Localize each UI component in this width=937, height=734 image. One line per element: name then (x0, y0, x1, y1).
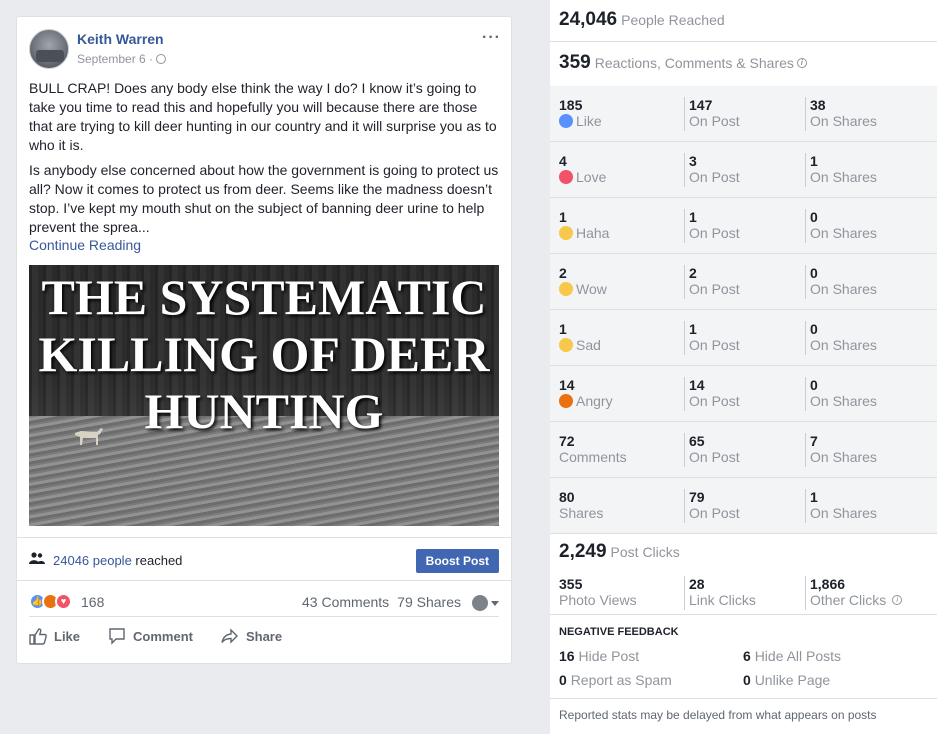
post-text: BULL CRAP! Does any body else think the … (29, 79, 503, 261)
row-total: 80 Shares (559, 489, 604, 521)
row-total: 2 Wow (559, 265, 607, 297)
share-arrow-icon (221, 628, 238, 644)
reactions-count[interactable]: 168 (81, 594, 104, 610)
row-on-post: 14 On Post (684, 377, 740, 411)
row-total: 1 Sad (559, 321, 601, 353)
divider (550, 614, 937, 615)
row-on-shares: 0 On Shares (805, 265, 877, 299)
row-on-shares: 38 On Shares (805, 97, 877, 131)
angry-icon (559, 394, 573, 408)
divider (550, 698, 937, 699)
post-clicks-stat: 2,249 Post Clicks (559, 541, 680, 562)
row-on-post: 1 On Post (684, 209, 740, 243)
row-on-post: 3 On Post (684, 153, 740, 187)
post-as-selector[interactable] (472, 595, 499, 611)
comments-shares-count: 43 Comments 79 Shares (302, 594, 461, 610)
row-on-shares: 0 On Shares (805, 321, 877, 355)
reactions-breakdown-table: 185 Like 147 On Post 38 On Shares 4 Love… (550, 86, 937, 534)
comment-button[interactable]: Comment (108, 627, 193, 645)
divider (550, 41, 937, 42)
globe-icon (156, 54, 167, 64)
post-paragraph-1: BULL CRAP! Does any body else think the … (29, 80, 497, 153)
breakdown-row: 14 Angry 14 On Post 0 On Shares (550, 366, 937, 422)
breakdown-row: 72 Comments 65 On Post 7 On Shares (550, 422, 937, 478)
row-total: 4 Love (559, 153, 607, 185)
hide-all-posts-stat: 6 Hide All Posts (743, 648, 842, 664)
comment-icon (109, 628, 125, 645)
insights-panel: 24,046 People Reached 359 Reactions, Comme… (550, 0, 937, 734)
row-total: 72 Comments (559, 433, 627, 465)
reach-bar: 24046 people reached Boost Post (17, 537, 511, 581)
row-on-shares: 1 On Shares (805, 153, 877, 187)
clicks-breakdown: 355 Photo Views 28 Link Clicks 1,866 Oth… (550, 572, 937, 612)
breakdown-row: 2 Wow 2 On Post 0 On Shares (550, 254, 937, 310)
row-on-post: 79 On Post (684, 489, 740, 523)
info-icon[interactable]: i (796, 57, 807, 68)
breakdown-row: 185 Like 147 On Post 38 On Shares (550, 86, 937, 142)
post-image[interactable]: THE SYSTEMATIC KILLING OF DEER HUNTING (29, 265, 499, 526)
row-total: 1 Haha (559, 209, 610, 241)
comments-count[interactable]: 43 Comments (302, 594, 389, 610)
other-clicks-cell: 1,866 Other Clicks i (805, 576, 903, 610)
post-date[interactable]: September 6 · (77, 52, 153, 66)
reach-count-link[interactable]: 24046 people (53, 553, 132, 568)
stats-delay-note: Reported stats may be delayed from what … (559, 708, 877, 722)
hide-post-stat: 16 Hide Post (559, 648, 640, 664)
row-on-post: 2 On Post (684, 265, 740, 299)
like-icon (559, 114, 573, 128)
share-button[interactable]: Share (221, 627, 282, 645)
continue-reading-link[interactable]: Continue Reading (29, 236, 503, 255)
info-icon[interactable]: i (892, 595, 903, 605)
row-on-post: 147 On Post (684, 97, 740, 131)
photo-views-cell: 355 Photo Views (559, 576, 637, 608)
thumbs-up-icon (29, 628, 47, 645)
row-on-post: 65 On Post (684, 433, 740, 467)
post-paragraph-2: Is anybody else concerned about how the … (29, 161, 503, 255)
unlike-page-stat: 0 Unlike Page (743, 672, 831, 688)
haha-icon (559, 226, 573, 240)
engagement-stat: 359 Reactions, Comments & Shares i (559, 52, 807, 74)
link-clicks-cell: 28 Link Clicks (684, 576, 756, 610)
negative-feedback-title: NEGATIVE FEEDBACK (559, 626, 679, 638)
sad-icon (559, 338, 573, 352)
engagement-counts: 👍 ♥ 168 43 Comments 79 Shares (29, 587, 499, 617)
shares-count[interactable]: 79 Shares (397, 594, 461, 610)
more-options-icon[interactable]: ··· (482, 29, 501, 47)
chevron-down-icon (491, 600, 499, 606)
post-meta: September 6 · (77, 52, 167, 66)
post-actions: Like Comment Share (29, 627, 282, 645)
row-total: 14 Angry (559, 377, 613, 409)
row-total: 185 Like (559, 97, 602, 129)
love-icon (559, 170, 573, 184)
author-name[interactable]: Keith Warren (77, 31, 164, 47)
breakdown-row: 80 Shares 79 On Post 1 On Shares (550, 478, 937, 534)
page-avatar-icon (472, 595, 488, 611)
row-on-shares: 7 On Shares (805, 433, 877, 467)
report-spam-stat: 0 Report as Spam (559, 672, 672, 688)
row-on-shares: 0 On Shares (805, 209, 877, 243)
breakdown-row: 4 Love 3 On Post 1 On Shares (550, 142, 937, 198)
reaction-icons[interactable]: 👍 ♥ (29, 593, 72, 610)
like-button[interactable]: Like (29, 627, 80, 645)
author-avatar[interactable] (29, 29, 69, 69)
boost-post-button[interactable]: Boost Post (415, 549, 499, 573)
wow-icon (559, 282, 573, 296)
reach-text: 24046 people reached (53, 553, 183, 568)
people-icon (29, 552, 45, 564)
row-on-shares: 0 On Shares (805, 377, 877, 411)
row-on-post: 1 On Post (684, 321, 740, 355)
breakdown-row: 1 Haha 1 On Post 0 On Shares (550, 198, 937, 254)
breakdown-row: 1 Sad 1 On Post 0 On Shares (550, 310, 937, 366)
people-reached-stat: 24,046 People Reached (559, 9, 725, 30)
row-on-shares: 1 On Shares (805, 489, 877, 523)
post-card: Keith Warren September 6 · ··· BULL CRAP… (16, 16, 512, 664)
image-headline: THE SYSTEMATIC KILLING OF DEER HUNTING (38, 269, 490, 439)
love-reaction-icon: ♥ (55, 593, 72, 610)
